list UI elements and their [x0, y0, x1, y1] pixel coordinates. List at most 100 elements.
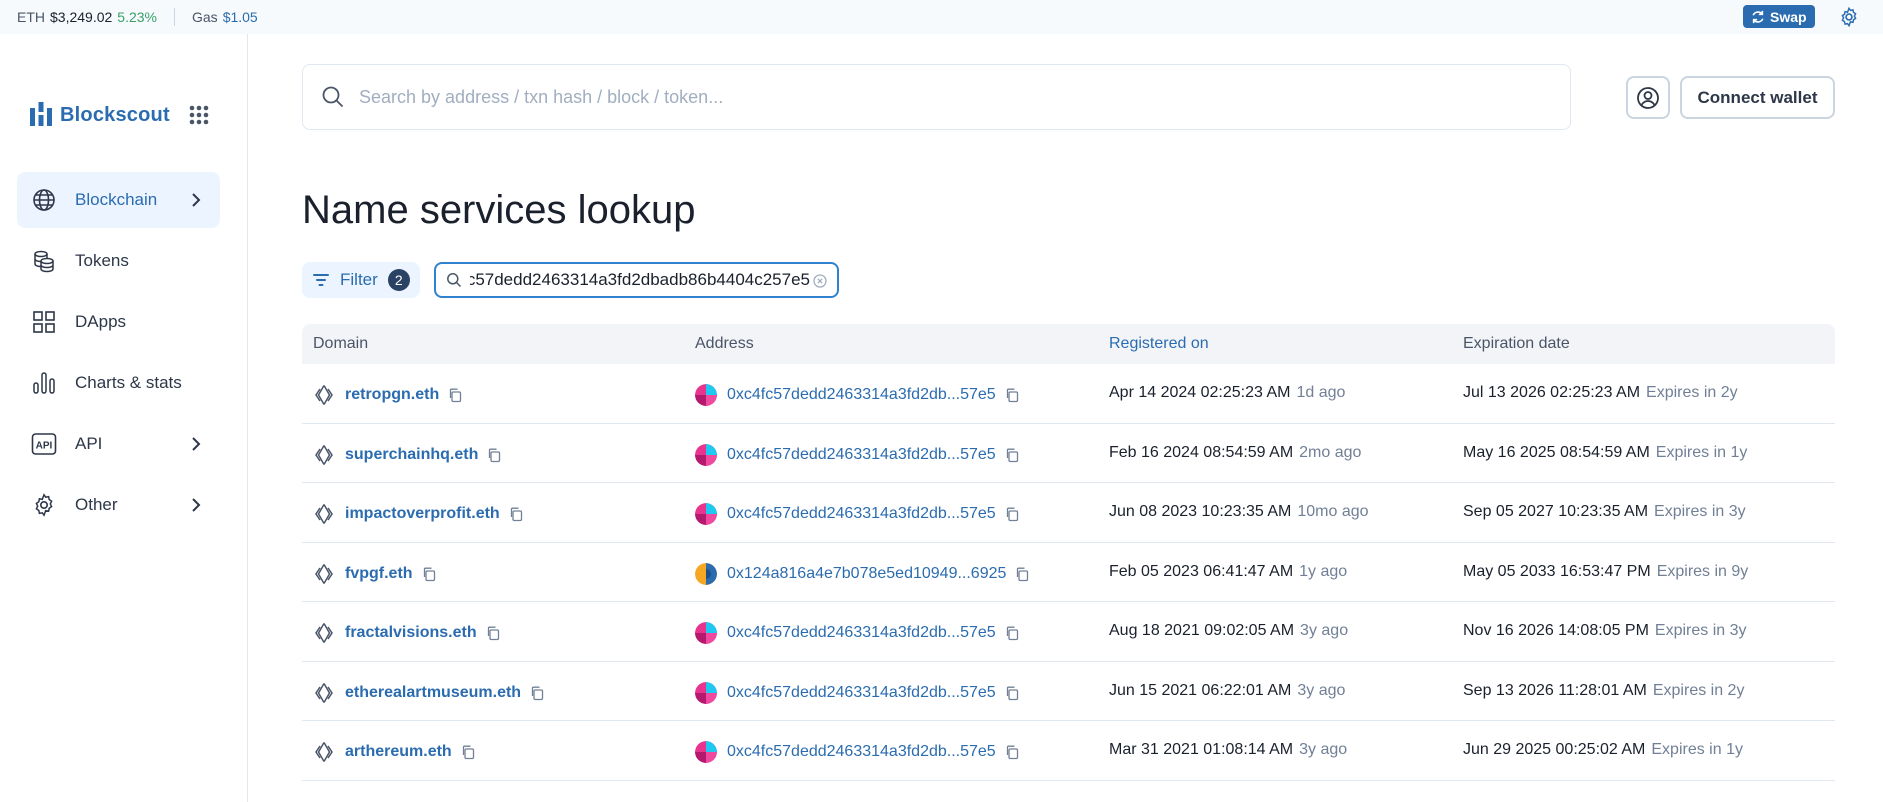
registered-ago: 3y ago — [1299, 741, 1348, 758]
address-link[interactable]: 0xc4fc57dedd2463314a3fd2db...57e5 — [727, 505, 996, 523]
registered-date: Jun 15 2021 06:22:01 AM — [1109, 681, 1292, 699]
column-header-registered[interactable]: Registered on — [1109, 335, 1209, 353]
domain-link[interactable]: fractalvisions.eth — [345, 624, 477, 642]
swap-button[interactable]: Swap — [1743, 5, 1815, 28]
globe-icon — [31, 187, 57, 213]
expires-in: Expires in 1y — [1655, 443, 1748, 461]
copy-icon[interactable] — [485, 625, 501, 641]
domain-link[interactable]: etherealartmuseum.eth — [345, 684, 521, 702]
apps-grid-icon[interactable] — [188, 104, 210, 126]
profile-button[interactable] — [1626, 76, 1670, 119]
expiration-cell: Sep 05 2027 10:23:35 AM Expires in 3y — [1463, 503, 1746, 521]
domain-cell: arthereum.eth — [313, 741, 476, 763]
expires-in: Expires in 2y — [1652, 681, 1745, 699]
ens-icon — [315, 504, 333, 524]
table-row: superchainhq.eth 0xc4fc57dedd2463314a3fd… — [302, 424, 1835, 483]
sidebar-item-label: DApps — [75, 312, 127, 331]
copy-icon[interactable] — [508, 506, 524, 522]
copy-icon[interactable] — [1004, 387, 1020, 403]
page-title: Name services lookup — [302, 188, 696, 232]
eth-price: $3,249.02 — [50, 9, 113, 25]
copy-icon[interactable] — [486, 447, 502, 463]
table-row: etherealartmuseum.eth 0xc4fc57dedd246331… — [302, 662, 1835, 721]
registered-date: Feb 05 2023 06:41:47 AM — [1109, 562, 1294, 580]
address-avatar-icon — [695, 622, 717, 644]
sidebar-item-other[interactable]: Other — [17, 477, 220, 533]
sidebar-item-label: Other — [75, 495, 118, 514]
expiration-date: Nov 16 2026 14:08:05 PM — [1463, 622, 1649, 639]
address-link[interactable]: 0xc4fc57dedd2463314a3fd2db...57e5 — [727, 446, 996, 464]
registered-ago: 10mo ago — [1297, 503, 1369, 520]
chevron-right-icon — [192, 193, 201, 207]
expiration-cell: Jun 29 2025 00:25:02 AM Expires in 1y — [1463, 741, 1743, 759]
sidebar-item-label: Blockchain — [75, 190, 158, 209]
address-link[interactable]: 0xc4fc57dedd2463314a3fd2db...57e5 — [727, 743, 996, 761]
domain-link[interactable]: impactoverprofit.eth — [345, 505, 500, 523]
domain-cell: fvpgf.eth — [313, 563, 437, 585]
sidebar-item-dapps[interactable]: DApps — [17, 294, 220, 350]
address-avatar-icon — [695, 443, 717, 466]
copy-icon[interactable] — [1004, 685, 1020, 701]
copy-icon[interactable] — [1014, 566, 1030, 582]
expiration-date: May 16 2025 08:54:59 AM — [1463, 443, 1650, 461]
address-cell: 0xc4fc57dedd2463314a3fd2db...57e5 — [695, 384, 1020, 406]
column-header-expiration: Expiration date — [1463, 335, 1570, 352]
svg-text:API: API — [36, 441, 53, 452]
top-bar: ETH $3,249.02 5.23% Gas $1.05 Swap — [0, 0, 1883, 34]
sidebar-nav: Blockchain Tokens DApps Charts & stats A… — [17, 172, 220, 538]
address-link[interactable]: 0x124a816a4e7b078e5ed10949...6925 — [727, 565, 1006, 583]
search-input[interactable] — [359, 86, 1509, 108]
connect-wallet-button[interactable]: Connect wallet — [1680, 76, 1835, 119]
domain-link[interactable]: superchainhq.eth — [345, 446, 478, 464]
ens-icon — [315, 623, 333, 643]
sidebar-item-api[interactable]: API API — [17, 416, 220, 472]
sidebar-item-label: Charts & stats — [75, 373, 182, 392]
copy-icon[interactable] — [1004, 447, 1020, 463]
table-header: Domain Address Registered on Expiration … — [302, 324, 1835, 364]
table-row: fvpgf.eth 0x124a816a4e7b078e5ed10949...6… — [302, 543, 1835, 602]
expiration-cell: May 05 2033 16:53:47 PM Expires in 9y — [1463, 563, 1748, 581]
address-cell: 0xc4fc57dedd2463314a3fd2db...57e5 — [695, 681, 1020, 704]
divider — [174, 8, 175, 26]
name-lookup-input[interactable]: 0xc4fc57dedd2463314a3fd2dbadb86b4404c257… — [434, 262, 839, 298]
sidebar-item-tokens[interactable]: Tokens — [17, 233, 220, 289]
eth-change: 5.23% — [117, 9, 157, 25]
gear-icon — [31, 492, 57, 518]
copy-icon[interactable] — [421, 566, 437, 582]
expiration-cell: Jul 13 2026 02:25:23 AM Expires in 2y — [1463, 384, 1738, 402]
copy-icon[interactable] — [1004, 506, 1020, 522]
copy-icon[interactable] — [529, 685, 545, 701]
address-cell: 0x124a816a4e7b078e5ed10949...6925 — [695, 562, 1030, 585]
search-icon — [447, 273, 462, 288]
domain-link[interactable]: arthereum.eth — [345, 743, 452, 761]
expires-in: Expires in 2y — [1646, 384, 1738, 401]
sidebar-item-charts-stats[interactable]: Charts & stats — [17, 355, 220, 411]
filter-button[interactable]: Filter 2 — [302, 262, 420, 298]
domain-cell: fractalvisions.eth — [313, 622, 501, 644]
clear-icon[interactable] — [813, 274, 827, 288]
gas-value[interactable]: $1.05 — [223, 9, 258, 25]
copy-icon[interactable] — [447, 387, 463, 403]
global-search[interactable] — [302, 64, 1571, 130]
address-link[interactable]: 0xc4fc57dedd2463314a3fd2db...57e5 — [727, 624, 996, 642]
expiration-date: Jun 29 2025 00:25:02 AM — [1463, 741, 1646, 758]
copy-icon[interactable] — [1004, 625, 1020, 641]
registered-cell: Feb 05 2023 06:41:47 AM 1y ago — [1109, 563, 1347, 581]
copy-icon[interactable] — [460, 744, 476, 760]
registered-date: Jun 08 2023 10:23:35 AM — [1109, 503, 1292, 520]
address-link[interactable]: 0xc4fc57dedd2463314a3fd2db...57e5 — [727, 684, 996, 702]
table-row: arthereum.eth 0xc4fc57dedd2463314a3fd2db… — [302, 721, 1835, 781]
address-cell: 0xc4fc57dedd2463314a3fd2db...57e5 — [695, 503, 1020, 525]
registered-date: Feb 16 2024 08:54:59 AM — [1109, 443, 1294, 461]
domain-link[interactable]: retropgn.eth — [345, 386, 439, 404]
column-header-domain: Domain — [313, 335, 369, 352]
copy-icon[interactable] — [1004, 744, 1020, 760]
address-link[interactable]: 0xc4fc57dedd2463314a3fd2db...57e5 — [727, 386, 996, 404]
address-cell: 0xc4fc57dedd2463314a3fd2db...57e5 — [695, 622, 1020, 644]
domain-link[interactable]: fvpgf.eth — [345, 565, 413, 583]
expiration-date: Sep 05 2027 10:23:35 AM — [1463, 503, 1649, 520]
logo[interactable]: Blockscout — [30, 102, 170, 128]
settings-icon[interactable] — [1838, 6, 1860, 28]
sidebar-item-blockchain[interactable]: Blockchain — [17, 172, 220, 228]
lookup-input-value[interactable]: 0xc4fc57dedd2463314a3fd2dbadb86b4404c257… — [470, 270, 810, 290]
